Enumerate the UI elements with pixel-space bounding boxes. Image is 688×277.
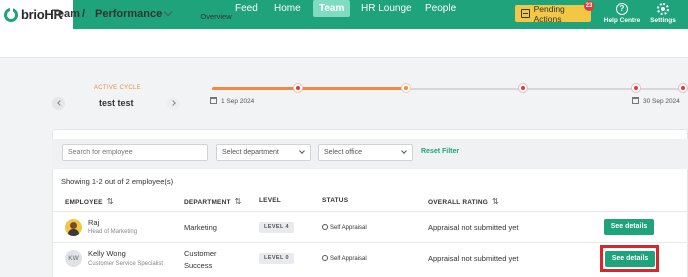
column-header-label: DEPARTMENT: [184, 199, 231, 206]
employee-department: Marketing: [184, 223, 217, 232]
search-employee-input[interactable]: [62, 144, 208, 161]
employee-department: Customer: [184, 249, 217, 258]
tab-overview[interactable]: Overview: [193, 12, 239, 29]
level-badge: LEVEL 4: [259, 222, 295, 233]
see-details-button[interactable]: See details: [604, 219, 654, 235]
cycle-name: test test: [99, 98, 134, 108]
clipboard-icon: [521, 9, 530, 18]
reset-filter-link[interactable]: Reset Filter: [421, 148, 459, 155]
status-cell: Self Appraisal: [322, 255, 367, 262]
pending-actions-badge: 23: [584, 1, 594, 11]
sort-icon[interactable]: ⇅: [492, 197, 499, 206]
column-header-department[interactable]: DEPARTMENT ⇅: [184, 197, 242, 206]
status-text: Self Appraisal: [330, 256, 367, 262]
sort-icon[interactable]: ⇅: [107, 197, 114, 206]
office-select[interactable]: Select office: [318, 144, 413, 161]
column-header-status: STATUS: [322, 197, 349, 204]
avatar: KW: [65, 250, 82, 267]
sort-icon[interactable]: ⇅: [235, 197, 242, 206]
pending-actions-label: Pending Actions: [533, 3, 565, 24]
calendar-icon: [632, 97, 639, 104]
column-header-label: EMPLOYEE: [65, 199, 103, 206]
overall-rating: Appraisal not submitted yet: [428, 223, 519, 232]
brio-logo-icon: [4, 7, 18, 22]
calendar-icon: [210, 97, 217, 104]
cycle-progress-fill: [212, 87, 407, 90]
next-cycle-button[interactable]: [167, 97, 180, 110]
clock-icon: [322, 224, 328, 230]
settings-label: Settings: [650, 17, 676, 24]
highlight-box: [600, 245, 659, 272]
employee-name[interactable]: Kelly Wong: [88, 249, 126, 258]
cycle-start-date: 1 Sep 2024: [221, 98, 255, 105]
overall-rating: Appraisal not submitted yet: [428, 254, 519, 263]
employee-role: Head of Marketing: [88, 229, 138, 235]
help-centre-button[interactable]: ? Help Centre: [602, 2, 642, 27]
employee-department-line2: Success: [184, 261, 213, 270]
level-badge: LEVEL 0: [259, 253, 295, 264]
nav-item-home[interactable]: Home: [274, 0, 301, 17]
column-header-label: OVERALL RATING: [428, 199, 488, 206]
status-text: Self Appraisal: [330, 225, 367, 231]
avatar: [65, 219, 82, 236]
pending-actions-button[interactable]: Pending Actions: [515, 3, 591, 24]
status-cell: Self Appraisal: [322, 224, 367, 231]
timeline-milestone[interactable]: [678, 83, 688, 93]
timeline-milestone[interactable]: [631, 83, 641, 93]
office-select-label: Select office: [324, 149, 363, 156]
column-header-overall-rating[interactable]: OVERALL RATING ⇅: [428, 197, 499, 206]
result-count: Showing 1-2 out of 2 employee(s): [61, 177, 174, 186]
breadcrumb-separator: /: [82, 8, 86, 20]
department-select-label: Select department: [222, 149, 279, 156]
breadcrumb-team[interactable]: Team: [52, 8, 80, 20]
gear-icon: [657, 3, 669, 15]
chevron-down-icon: [299, 148, 305, 154]
settings-button[interactable]: Settings: [643, 2, 683, 27]
timeline-milestone[interactable]: [293, 83, 303, 93]
employee-name[interactable]: Raj: [88, 218, 99, 227]
employee-role: Customer Service Specialist: [88, 261, 164, 267]
previous-cycle-button[interactable]: [52, 97, 65, 110]
department-select[interactable]: Select department: [216, 144, 311, 161]
question-icon: ?: [616, 3, 628, 15]
timeline-milestone[interactable]: [518, 83, 528, 93]
chevron-down-icon: [401, 148, 407, 154]
row-divider: [52, 242, 688, 243]
clock-icon: [322, 255, 328, 261]
column-header-level: LEVEL: [259, 197, 281, 204]
active-cycle-label: ACTIVE CYCLE: [94, 85, 141, 91]
page-header: [0, 29, 688, 58]
row-divider: [52, 211, 688, 212]
help-centre-label: Help Centre: [603, 17, 641, 24]
nav-item-people[interactable]: People: [425, 0, 456, 17]
nav-item-hr-lounge[interactable]: HR Lounge: [361, 0, 412, 17]
nav-item-team[interactable]: Team: [313, 0, 351, 17]
timeline-milestone-current[interactable]: [401, 83, 411, 93]
cycle-end-date: 30 Sep 2024: [643, 98, 680, 105]
column-header-employee[interactable]: EMPLOYEE ⇅: [65, 197, 114, 206]
page-title: Performance: [95, 8, 163, 20]
logo-text: brio: [21, 7, 45, 22]
